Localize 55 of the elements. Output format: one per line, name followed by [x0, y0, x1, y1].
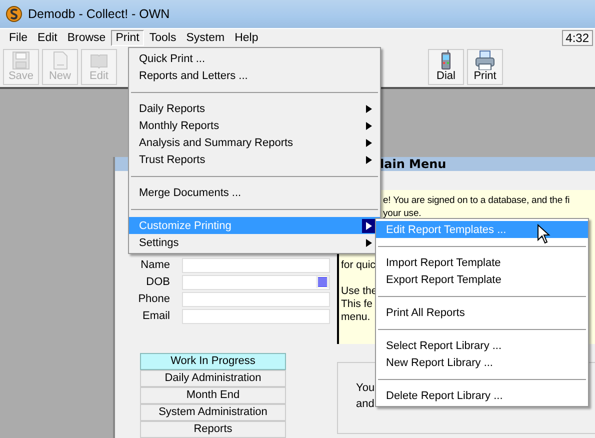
- input-field[interactable]: [182, 308, 330, 324]
- nav-button[interactable]: Work In Progress: [140, 353, 286, 370]
- menu-bar-item[interactable]: File: [4, 30, 33, 46]
- submenu-arrow-icon: [366, 238, 372, 246]
- printer-icon: [474, 50, 496, 70]
- menu-item[interactable]: Delete Report Library ...: [376, 387, 588, 404]
- notice-text: e! You are signed on to a database, and the fi: [383, 194, 570, 207]
- menu-bar-item[interactable]: System: [181, 30, 230, 46]
- menu-item[interactable]: Print All Reports: [376, 304, 588, 321]
- toolbar-button[interactable]: Print: [467, 49, 503, 85]
- nav-button[interactable]: Daily Administration: [140, 370, 286, 387]
- submenu-arrow-icon: [366, 138, 372, 146]
- app-logo-icon: [6, 6, 22, 22]
- menu-item[interactable]: Trust Reports: [129, 151, 380, 168]
- submenu-arrow-icon: [366, 156, 372, 164]
- info-text: and: [356, 398, 374, 410]
- menu-item[interactable]: Export Report Template: [376, 271, 588, 288]
- field-label: Phone: [137, 293, 170, 305]
- nav-button[interactable]: Reports: [140, 421, 286, 438]
- notice-text: your use.: [383, 207, 422, 220]
- menu-bar-item[interactable]: Browse: [62, 30, 111, 46]
- field-label: Name: [140, 259, 170, 271]
- submenu-arrow-icon: [366, 122, 372, 130]
- menu-item[interactable]: Import Report Template: [376, 254, 588, 271]
- window-title: lain Menu: [380, 157, 446, 171]
- menu-item[interactable]: Select Report Library ...: [376, 337, 588, 354]
- menu-item[interactable]: New Report Library ...: [376, 354, 588, 371]
- menu-item[interactable]: Analysis and Summary Reports: [129, 134, 380, 151]
- menu-bar-item[interactable]: Edit: [32, 30, 62, 46]
- field-label: DOB: [145, 276, 170, 288]
- input-field[interactable]: [182, 274, 330, 290]
- mouse-pointer-icon: [537, 224, 551, 244]
- info-text: You: [356, 382, 375, 394]
- menu-item[interactable]: Daily Reports: [129, 100, 380, 117]
- menu-item[interactable]: Monthly Reports: [129, 117, 380, 134]
- menu-item[interactable]: Reports and Letters ...: [129, 67, 380, 84]
- notice-text: This fe: [341, 298, 373, 311]
- nav-button[interactable]: System Administration: [140, 404, 286, 421]
- menu-bar-item[interactable]: Help: [230, 30, 264, 46]
- field-label: Email: [141, 310, 170, 322]
- menu-item[interactable]: Merge Documents ...: [129, 184, 380, 201]
- nav-button[interactable]: Month End: [140, 387, 286, 404]
- menu-bar-item[interactable]: Print: [110, 30, 144, 46]
- window-title: Demodb - Collect! - OWN: [28, 7, 170, 21]
- list-icon[interactable]: [316, 276, 329, 288]
- submenu-arrow-icon: [366, 104, 372, 112]
- notice-text: menu.: [341, 311, 370, 324]
- menu-item[interactable]: Quick Print ...: [129, 50, 380, 67]
- toolbar-button[interactable]: Dial: [428, 49, 464, 85]
- clock: 4:32: [562, 30, 593, 46]
- menu-bar-item[interactable]: Tools: [144, 30, 182, 46]
- notice-text: for quic: [341, 259, 376, 272]
- input-field[interactable]: [182, 292, 330, 306]
- input-field[interactable]: [182, 258, 330, 272]
- submenu-arrow-icon: [366, 222, 372, 230]
